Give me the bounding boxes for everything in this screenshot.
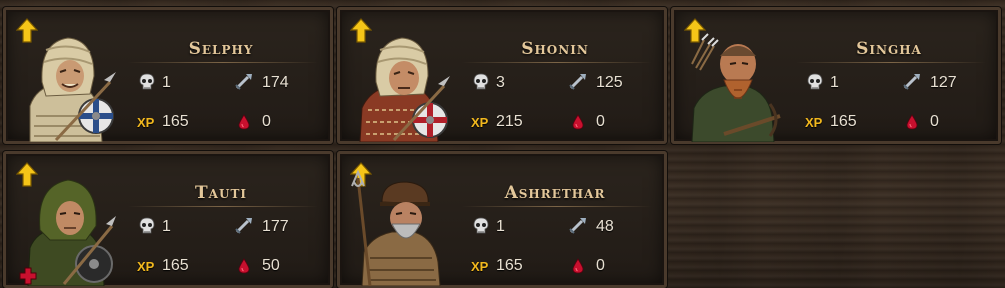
kills-value: 3 <box>496 74 505 91</box>
xp-value: 165 <box>496 257 523 274</box>
mercenary-name: Ashrethar <box>504 183 606 203</box>
kills-value: 1 <box>830 74 839 91</box>
name-divider <box>796 62 986 63</box>
skull-icon <box>473 73 489 90</box>
portrait-singha <box>691 33 781 142</box>
mercenary-card-shonin[interactable]: Shonin 3 125 XP 215 0 <box>337 7 667 144</box>
sword-icon <box>235 218 252 234</box>
mercenary-name: Selphy <box>188 39 254 59</box>
xp-value: 165 <box>162 257 189 274</box>
blood-value: 0 <box>596 113 605 130</box>
skull-icon <box>473 217 489 234</box>
xp-icon: XP <box>471 115 489 130</box>
name-divider <box>128 206 318 207</box>
mercenary-card-tauti[interactable]: Tauti 1 177 XP 165 50 <box>3 151 333 288</box>
mercenary-card-selphy[interactable]: Selphy 1 174 XP 165 0 <box>3 7 333 144</box>
mercenary-name: Tauti <box>195 183 247 203</box>
blood-drop-icon <box>906 114 918 130</box>
blood-value: 50 <box>262 257 280 274</box>
blows-value: 125 <box>596 74 623 91</box>
red-cross-icon <box>19 267 37 285</box>
blood-value: 0 <box>596 257 605 274</box>
name-divider <box>462 62 652 63</box>
blows-value: 174 <box>262 74 289 91</box>
kills-value: 1 <box>162 218 171 235</box>
mercenary-name: Shonin <box>521 39 589 59</box>
xp-icon: XP <box>137 115 155 130</box>
blood-drop-icon <box>572 114 584 130</box>
kills-value: 1 <box>496 218 505 235</box>
portrait-ashrethar <box>351 169 441 286</box>
xp-value: 165 <box>830 113 857 130</box>
blood-value: 0 <box>262 113 271 130</box>
blood-drop-icon <box>238 114 250 130</box>
name-divider <box>128 62 318 63</box>
xp-icon: XP <box>471 259 489 274</box>
blows-value: 127 <box>930 74 957 91</box>
blood-drop-icon <box>572 258 584 274</box>
mercenary-card-singha[interactable]: Singha 1 127 XP 165 0 <box>671 7 1001 144</box>
portrait-selphy <box>29 37 116 142</box>
portrait-shonin <box>359 37 450 142</box>
sword-icon <box>569 218 586 234</box>
blood-drop-icon <box>238 258 250 274</box>
skull-icon <box>139 73 155 90</box>
xp-icon: XP <box>137 259 155 274</box>
sword-icon <box>569 74 586 90</box>
blows-value: 177 <box>262 218 289 235</box>
sword-icon <box>903 74 920 90</box>
xp-value: 215 <box>496 113 523 130</box>
xp-icon: XP <box>805 115 823 130</box>
name-divider <box>462 206 652 207</box>
skull-icon <box>139 217 155 234</box>
kills-value: 1 <box>162 74 171 91</box>
mercenary-card-ashrethar[interactable]: Ashrethar 1 48 XP 165 0 <box>337 151 667 288</box>
blood-value: 0 <box>930 113 939 130</box>
mercenary-name: Singha <box>856 39 922 59</box>
blows-value: 48 <box>596 218 614 235</box>
sword-icon <box>235 74 252 90</box>
xp-value: 165 <box>162 113 189 130</box>
skull-icon <box>807 73 823 90</box>
